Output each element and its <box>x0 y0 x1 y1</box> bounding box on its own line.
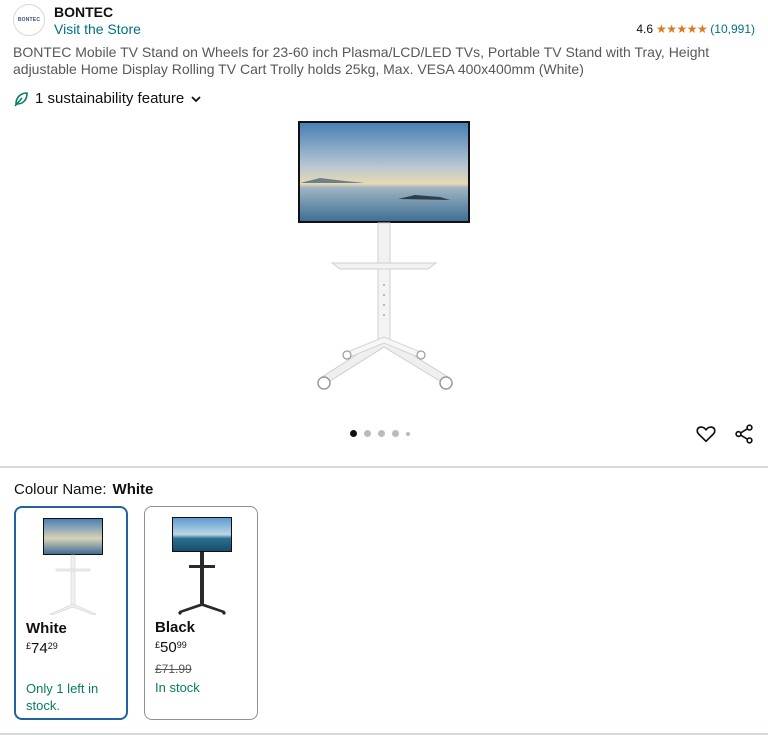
colour-option-white[interactable]: White £7429 Only 1 left in stock. <box>14 506 128 720</box>
sustainability-toggle[interactable]: 1 sustainability feature <box>13 90 202 107</box>
colour-option-price: £5099 <box>155 639 187 656</box>
carousel-dot[interactable] <box>406 431 410 436</box>
store-header: BONTEC BONTEC Visit the Store 4.6 ★★★★★ … <box>0 0 768 40</box>
carousel-dot[interactable] <box>364 430 371 437</box>
colour-name-label: Colour Name: <box>14 481 107 498</box>
carousel-dot[interactable] <box>378 430 385 437</box>
section-divider <box>0 466 768 468</box>
price-whole: 74 <box>31 640 48 657</box>
currency-symbol: £ <box>155 640 161 650</box>
rating-value: 4.6 <box>636 22 653 36</box>
rating-count-link[interactable]: (10,991) <box>710 22 755 36</box>
colour-name-heading: Colour Name: White <box>14 481 153 498</box>
main-product-image[interactable] <box>290 115 480 400</box>
chevron-down-icon <box>191 95 201 102</box>
list-price: £71.99 <box>155 662 192 676</box>
carousel-dot[interactable] <box>350 430 357 437</box>
rating-summary[interactable]: 4.6 ★★★★★ (10,991) <box>636 22 755 36</box>
white-stand-thumbnail <box>43 518 103 616</box>
price-fraction: 29 <box>47 641 58 651</box>
colour-option-name: White <box>26 620 67 637</box>
image-carousel-dots[interactable] <box>350 430 410 437</box>
currency-symbol: £ <box>26 641 32 651</box>
colour-option-name: Black <box>155 619 196 636</box>
colour-option-price: £7429 <box>26 640 58 657</box>
price-fraction: 99 <box>176 640 187 650</box>
stock-status: Only 1 left in stock. <box>26 681 99 713</box>
price-whole: 50 <box>160 639 177 656</box>
visit-store-link[interactable]: Visit the Store <box>54 21 141 37</box>
stock-status: In stock <box>155 680 200 695</box>
black-stand-thumbnail <box>172 517 232 615</box>
colour-option-black[interactable]: Black £5099 £71.99 In stock <box>144 506 258 720</box>
heart-icon[interactable] <box>695 423 717 445</box>
carousel-dot[interactable] <box>392 430 399 437</box>
sustainability-label: 1 sustainability feature <box>35 90 185 107</box>
leaf-icon <box>14 91 28 107</box>
star-rating-icon: ★★★★★ <box>656 22 708 36</box>
product-title: BONTEC Mobile TV Stand on Wheels for 23-… <box>13 44 710 77</box>
brand-logo[interactable]: BONTEC <box>13 4 45 36</box>
brand-name: BONTEC <box>54 4 114 20</box>
selected-colour-value: White <box>112 481 154 498</box>
share-icon[interactable] <box>733 423 755 445</box>
